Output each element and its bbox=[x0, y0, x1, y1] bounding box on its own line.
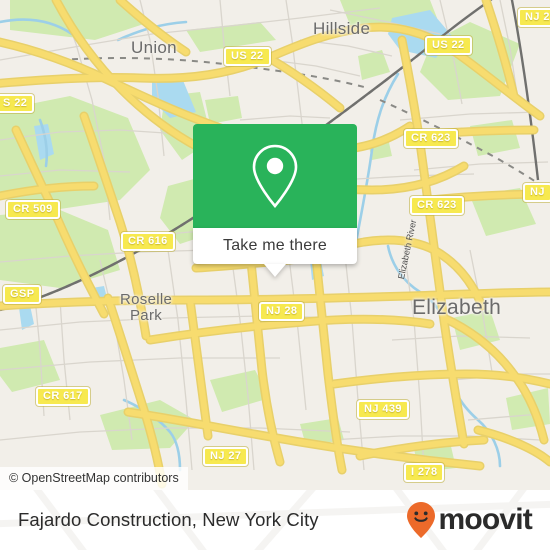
moovit-smiley-pin-icon bbox=[407, 502, 436, 538]
card-header bbox=[193, 124, 357, 228]
highway-shield[interactable]: US 22 bbox=[425, 36, 472, 55]
highway-shield[interactable]: CR 617 bbox=[36, 387, 90, 406]
card-footer[interactable]: Take me there bbox=[193, 228, 357, 277]
highway-shield[interactable]: CR 509 bbox=[6, 200, 60, 219]
highway-shield[interactable]: US 22 bbox=[224, 47, 271, 66]
location-pin-icon bbox=[252, 144, 298, 208]
card-pointer-tail bbox=[264, 264, 286, 277]
highway-shield[interactable]: NJ 27 bbox=[203, 447, 249, 466]
highway-shield[interactable]: S 22 bbox=[0, 94, 35, 113]
highway-shield[interactable]: GSP bbox=[3, 285, 42, 304]
take-me-there-label: Take me there bbox=[223, 237, 327, 254]
moovit-map-screenshot: Union Hillside Roselle Park Elizabeth El… bbox=[0, 0, 550, 550]
highway-shield[interactable]: NJ bbox=[523, 183, 550, 202]
highway-shield[interactable]: CR 616 bbox=[121, 232, 175, 251]
location-title: Fajardo Construction, New York City bbox=[18, 509, 319, 530]
highway-shield[interactable]: CR 623 bbox=[404, 129, 458, 148]
place-label: Union bbox=[131, 38, 177, 57]
highway-shield[interactable]: CR 623 bbox=[410, 196, 464, 215]
bottom-info-bar: Fajardo Construction, New York City moov… bbox=[0, 490, 550, 550]
highway-shield[interactable]: NJ 27 bbox=[518, 8, 550, 27]
highway-shield[interactable]: I 278 bbox=[404, 463, 445, 482]
highway-shield[interactable]: NJ 28 bbox=[259, 302, 305, 321]
highway-shield[interactable]: NJ 439 bbox=[357, 400, 409, 419]
destination-popup-card[interactable]: Take me there bbox=[193, 124, 357, 277]
place-label: Roselle bbox=[120, 291, 173, 308]
place-label: Elizabeth bbox=[412, 296, 502, 319]
map-canvas[interactable]: Union Hillside Roselle Park Elizabeth El… bbox=[0, 0, 550, 490]
place-label: Park bbox=[130, 307, 163, 324]
moovit-brand[interactable]: moovit bbox=[406, 501, 533, 539]
map-attribution[interactable]: © OpenStreetMap contributors bbox=[0, 467, 188, 490]
moovit-wordmark: moovit bbox=[438, 503, 532, 536]
place-label: Hillside bbox=[313, 19, 371, 38]
